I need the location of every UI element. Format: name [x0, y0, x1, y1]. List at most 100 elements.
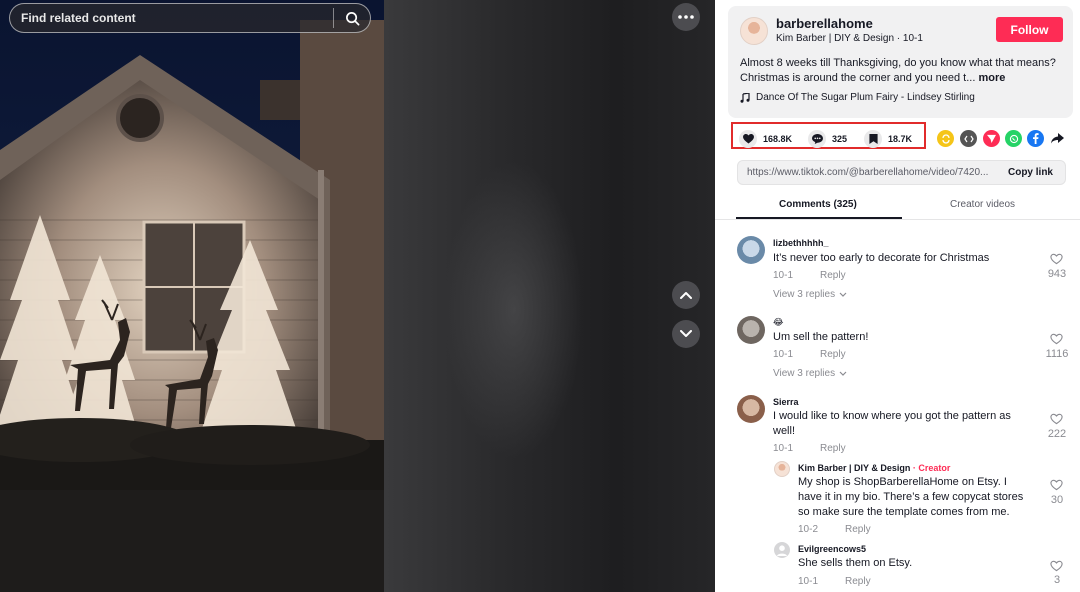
search-icon: [345, 11, 359, 25]
like-button[interactable]: 168.8K: [739, 130, 792, 148]
tab-creator-videos[interactable]: Creator videos: [950, 199, 1015, 210]
facebook-f-glyph: [1033, 133, 1039, 144]
forward-arrow-glyph: [1051, 133, 1064, 144]
search-button[interactable]: [334, 3, 370, 33]
comment-date: 10-1: [773, 349, 794, 360]
view-replies-button[interactable]: View 3 replies: [773, 368, 847, 379]
save-button[interactable]: 18.7K: [864, 130, 912, 148]
caption-more-link[interactable]: more: [978, 72, 1005, 84]
share-arrow-icon[interactable]: [1049, 130, 1066, 147]
comment-date: 10-1: [773, 270, 794, 281]
chevron-down-icon: [680, 330, 692, 337]
heart-outline-icon: [1049, 333, 1063, 345]
reply-text-line: My shop is ShopBarberellaHome on Etsy. I: [798, 476, 1007, 488]
embed-icon[interactable]: [960, 130, 977, 147]
heart-icon: [742, 134, 754, 144]
tab-divider: [715, 219, 1080, 220]
comment-avatar[interactable]: [737, 236, 765, 264]
reply-reply-button[interactable]: Reply: [845, 524, 871, 535]
reply-text-line: so make sure the template comes from me.: [798, 506, 1010, 518]
reply-author[interactable]: Evilgreencows5: [798, 544, 866, 554]
view-replies-button[interactable]: View 3 replies: [773, 289, 847, 300]
search-bar[interactable]: [9, 3, 371, 33]
video-blurred-backdrop: [384, 0, 715, 592]
heart-outline-icon: [1049, 560, 1063, 572]
comment-author[interactable]: lizbethhhhh_: [773, 238, 829, 248]
reply-like-count: 30: [1050, 494, 1064, 506]
comment-text: It’s never too early to decorate for Chr…: [773, 252, 990, 264]
reply-author[interactable]: Kim Barber | DIY & Design · Creator: [798, 463, 950, 473]
like-count: 168.8K: [763, 134, 793, 144]
heart-outline-icon: [1049, 253, 1063, 265]
reply-like-count: 3: [1053, 574, 1061, 586]
comment-like-count: 1116: [1045, 348, 1069, 360]
comment-reply-button[interactable]: Reply: [820, 270, 846, 281]
music-note-icon: [740, 92, 750, 103]
phone-bubble-glyph: [1009, 134, 1018, 143]
ellipsis-icon: [678, 15, 694, 19]
comment-avatar[interactable]: [737, 316, 765, 344]
music-title: Dance Of The Sugar Plum Fairy - Lindsey …: [756, 92, 975, 103]
creator-badge: · Creator: [912, 463, 951, 473]
repost-arrows-glyph: [941, 133, 950, 144]
video-link-url[interactable]: https://www.tiktok.com/@barberellahome/v…: [747, 167, 988, 178]
follow-button[interactable]: Follow: [996, 17, 1063, 42]
comment-reply-button[interactable]: Reply: [820, 443, 846, 454]
chevron-down-icon: [839, 292, 847, 297]
author-avatar[interactable]: [740, 17, 768, 45]
reply-author-name: Kim Barber | DIY & Design: [798, 463, 911, 473]
description-card: barberellahome Kim Barber | DIY & Design…: [728, 6, 1073, 118]
video-caption: Almost 8 weeks till Thanksgiving, do you…: [740, 56, 1065, 86]
view-replies-label: View 3 replies: [773, 368, 836, 379]
previous-video-button[interactable]: [672, 281, 700, 309]
reply-avatar[interactable]: [774, 461, 790, 477]
view-replies-label: View 3 replies: [773, 289, 836, 300]
reply-reply-button[interactable]: Reply: [845, 576, 871, 587]
reply-text-line: have it in my bio. There’s a few copycat…: [798, 491, 1024, 503]
comment-button[interactable]: 325: [808, 130, 847, 148]
comment-icon: [811, 134, 823, 144]
whatsapp-icon[interactable]: [1005, 130, 1022, 147]
repost-icon[interactable]: [937, 130, 954, 147]
more-options-button[interactable]: [672, 3, 700, 31]
video-player[interactable]: [0, 0, 715, 592]
comment-reply-button[interactable]: Reply: [820, 349, 846, 360]
reply-text: She sells them on Etsy.: [798, 557, 913, 569]
paper-plane-glyph: [987, 134, 996, 143]
send-icon[interactable]: [983, 130, 1000, 147]
video-frame[interactable]: [0, 0, 384, 592]
author-username[interactable]: barberellahome: [776, 16, 873, 31]
comment-author[interactable]: Sierra: [773, 397, 799, 407]
video-link-box: https://www.tiktok.com/@barberellahome/v…: [737, 160, 1066, 185]
comment-author[interactable]: 😂: [773, 317, 784, 328]
comment-count: 325: [832, 134, 848, 144]
chevron-up-icon: [680, 292, 692, 299]
author-nickname: Kim Barber | DIY & Design · 10-1: [776, 33, 923, 44]
reply-date: 10-2: [798, 524, 819, 535]
facebook-icon[interactable]: [1027, 130, 1044, 147]
chevron-down-icon: [839, 371, 847, 376]
reply-avatar[interactable]: [774, 542, 790, 558]
tab-comments[interactable]: Comments (325): [779, 199, 857, 210]
heart-icon-wrap: [739, 130, 757, 148]
caption-text: Almost 8 weeks till Thanksgiving, do you…: [740, 57, 1056, 84]
heart-outline-icon: [1049, 413, 1063, 425]
comment-text: Um sell the pattern!: [773, 331, 869, 343]
code-brackets-glyph: [963, 135, 974, 142]
heart-outline-icon: [1049, 479, 1063, 491]
reply-date: 10-1: [798, 576, 819, 587]
search-input[interactable]: [10, 11, 333, 25]
comment-like-count: 943: [1047, 268, 1067, 280]
comment-date: 10-1: [773, 443, 794, 454]
comment-avatar[interactable]: [737, 395, 765, 423]
music-link[interactable]: Dance Of The Sugar Plum Fairy - Lindsey …: [740, 92, 975, 103]
save-count: 18.7K: [888, 134, 913, 144]
comment-text-line: well!: [773, 425, 796, 437]
video-still-house-image: [0, 0, 384, 592]
next-video-button[interactable]: [672, 320, 700, 348]
bookmark-icon-wrap: [864, 130, 882, 148]
comment-like-count: 222: [1047, 428, 1067, 440]
copy-link-button[interactable]: Copy link: [1008, 167, 1053, 178]
comment-icon-wrap: [808, 130, 826, 148]
default-user-icon: [777, 545, 787, 556]
